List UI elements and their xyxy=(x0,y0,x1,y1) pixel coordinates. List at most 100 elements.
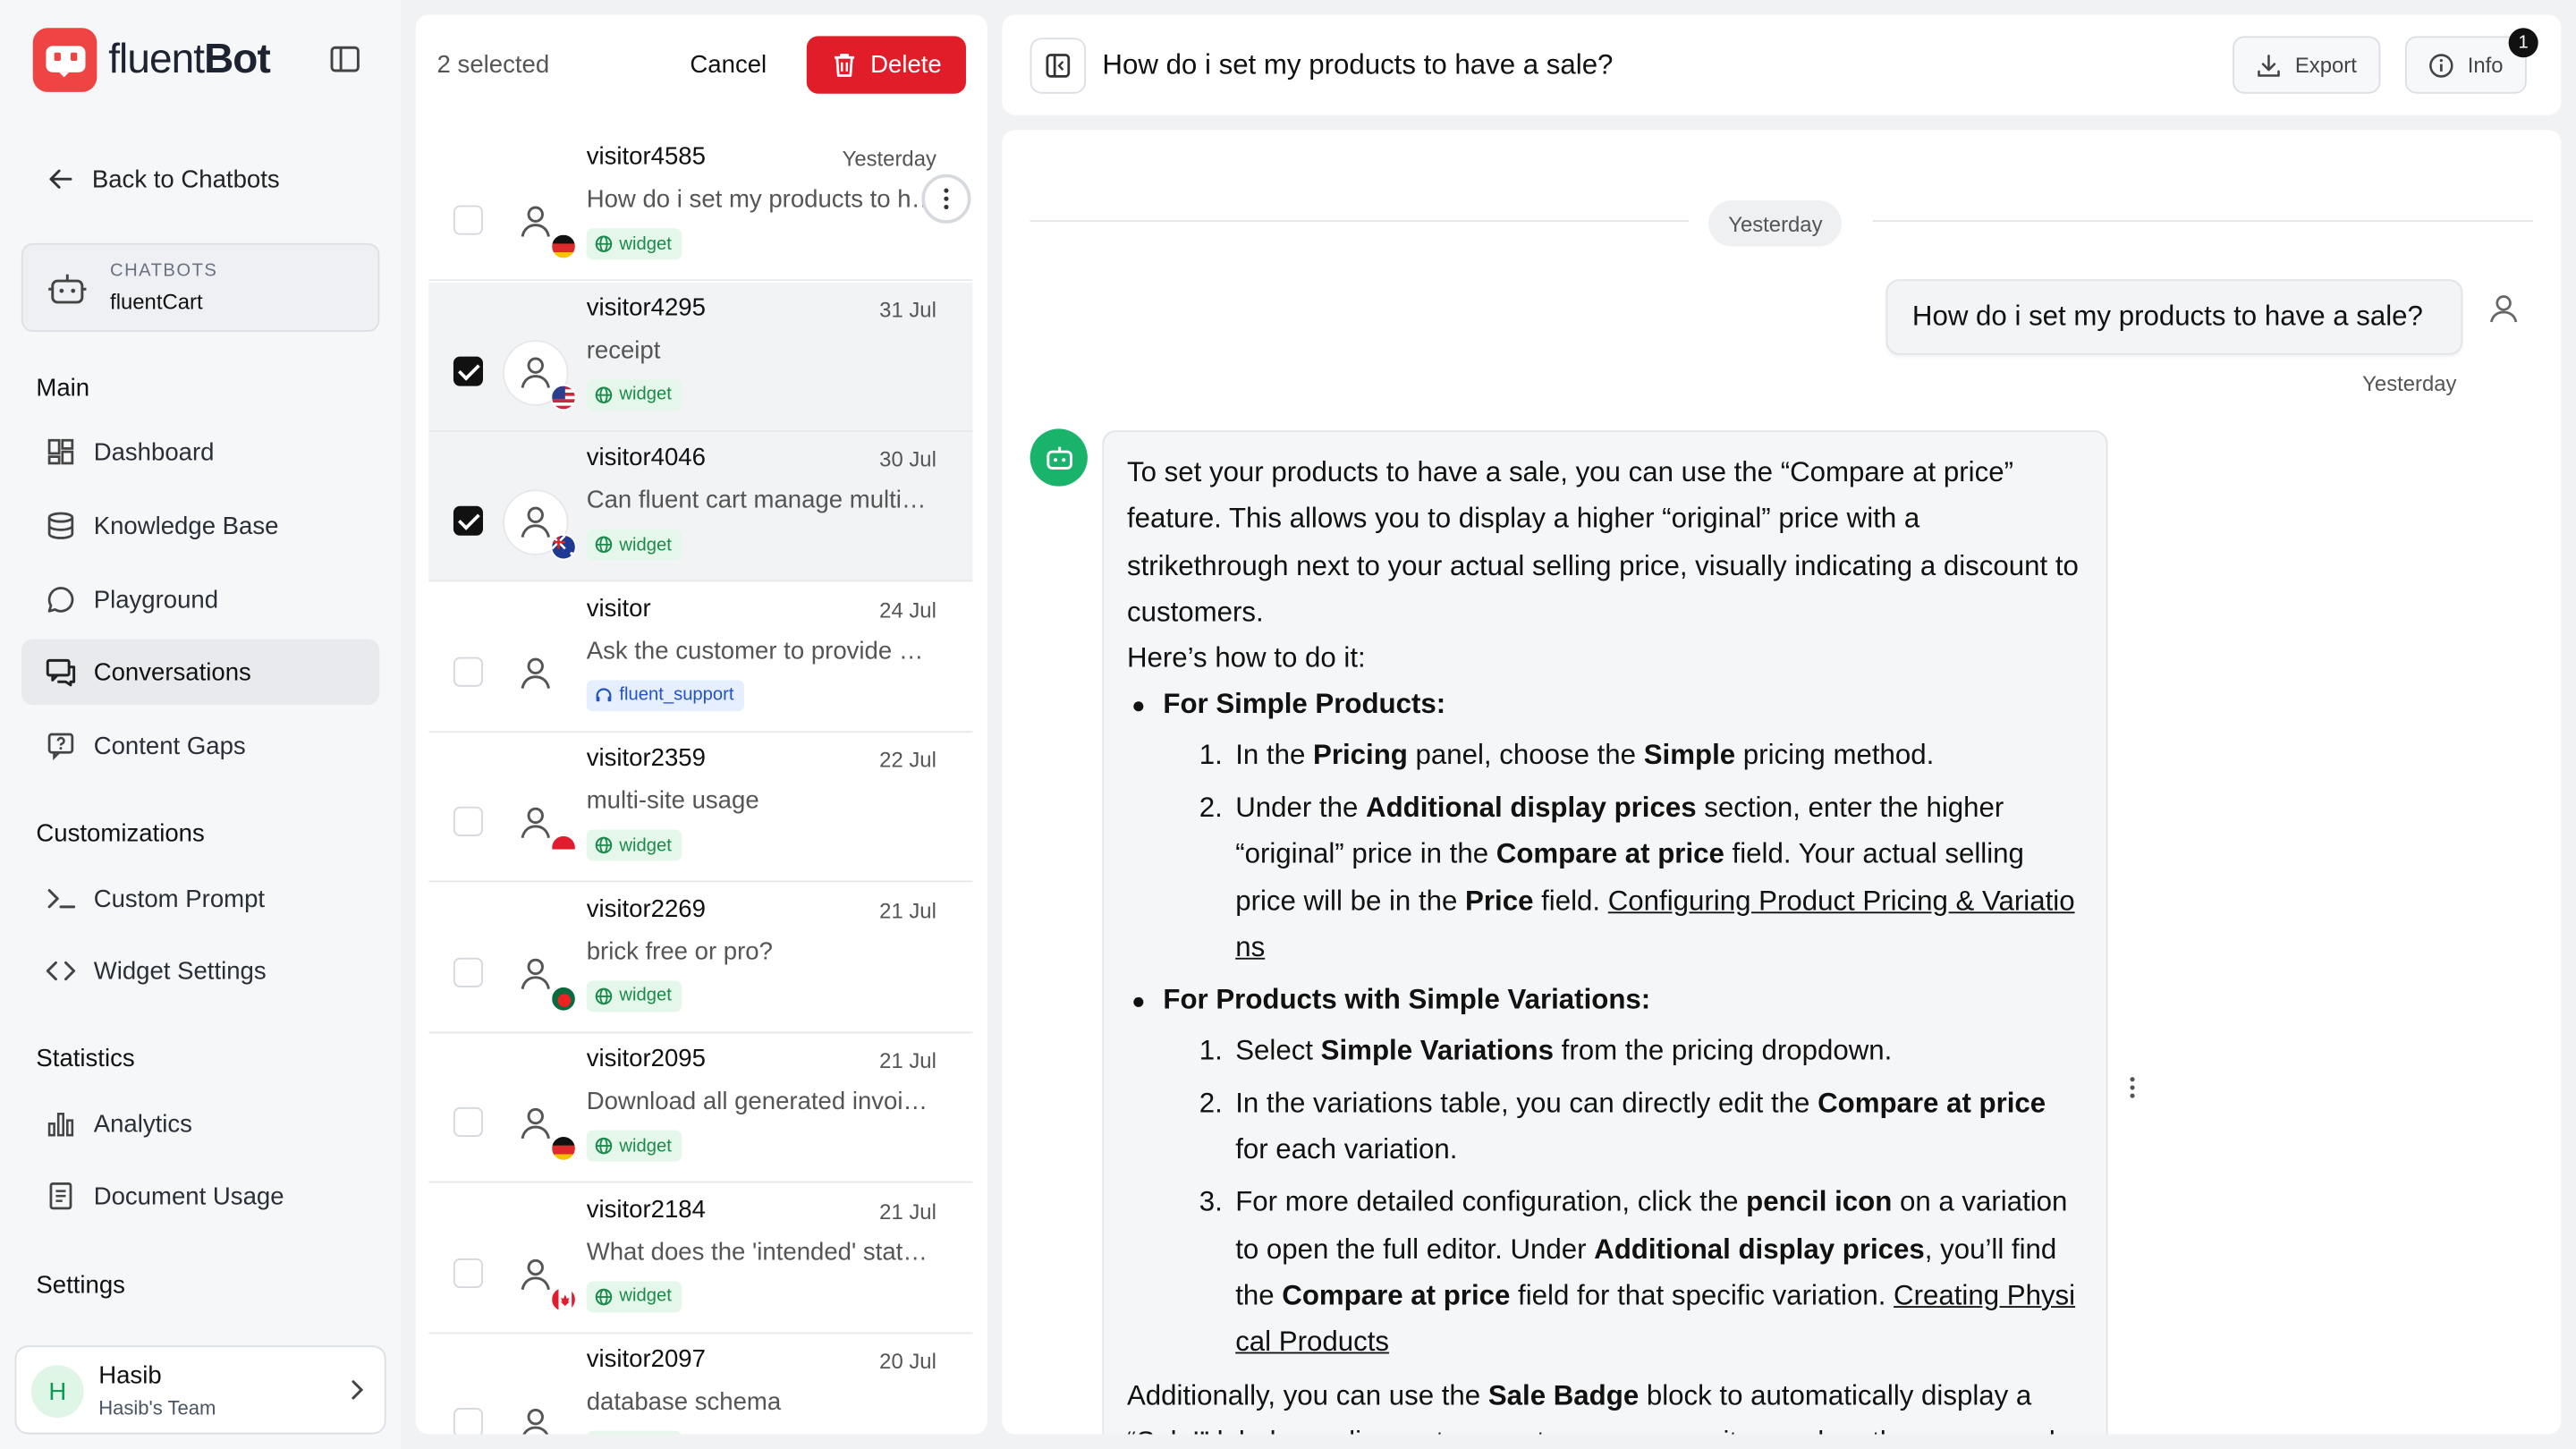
headset-icon xyxy=(595,686,613,704)
list-item: 1. In the Pricing panel, choose the Simpl… xyxy=(1199,739,1935,771)
list-item: For Products with Simple Variations: 1. S… xyxy=(1127,978,2083,1366)
delete-button[interactable]: Delete xyxy=(806,36,966,94)
user-menu[interactable]: H Hasib Hasib's Team xyxy=(14,1345,386,1435)
country-flag-icon xyxy=(550,1285,577,1312)
back-to-chatbots-link[interactable]: Back to Chatbots xyxy=(46,165,280,194)
row-checkbox[interactable] xyxy=(453,1408,483,1435)
sidebar-item-content-gaps[interactable]: Content Gaps xyxy=(21,713,379,778)
list-item[interactable]: visitor 24 Jul Ask the customer to provide… xyxy=(428,582,973,733)
row-checkbox[interactable] xyxy=(453,1257,483,1288)
conversation-date: 21 Jul xyxy=(879,1047,936,1073)
list-item: 3. For more detailed configuration, click… xyxy=(1199,1186,2076,1358)
source-tag: widget xyxy=(586,829,682,861)
bot-avatar-icon xyxy=(1030,428,1088,487)
message-timestamp: Yesterday xyxy=(2362,371,2457,396)
sidebar-item-analytics[interactable]: Analytics xyxy=(21,1091,379,1157)
list-item: For Simple Products: 1. In the Pricing pa… xyxy=(1127,682,2083,971)
brand-logo[interactable]: fluentBot xyxy=(32,28,271,92)
list-item[interactable]: visitor2359 22 Jul multi-site usage widget xyxy=(428,733,973,883)
row-checkbox[interactable] xyxy=(453,205,483,235)
cancel-button[interactable]: Cancel xyxy=(690,51,767,79)
conversation-preview: multi-site usage xyxy=(586,786,759,816)
visitor-name: visitor4295 xyxy=(586,292,706,322)
row-checkbox[interactable] xyxy=(453,656,483,686)
bar-chart-icon xyxy=(47,1112,74,1137)
chat-messages[interactable]: Yesterday How do i set my products to ha… xyxy=(1002,130,2562,1435)
list-item[interactable]: visitor4585 Yesterday How do i set my prod… xyxy=(428,131,973,282)
visitor-name: visitor2359 xyxy=(586,744,706,773)
globe-icon xyxy=(595,836,613,854)
chatbot-switcher[interactable]: CHATBOTS fluentCart xyxy=(21,242,380,333)
globe-icon xyxy=(595,386,613,403)
conversation-preview: How do i set my products to have a sale? xyxy=(586,185,940,214)
conversation-list-panel: 2 selected Cancel Delete visitor4585 Yest… xyxy=(415,14,987,1435)
sidebar-item-document-usage[interactable]: Document Usage xyxy=(21,1163,379,1228)
visitor-name: visitor2095 xyxy=(586,1045,706,1073)
list-item[interactable]: visitor2269 21 Jul brick free or pro? widge… xyxy=(428,883,973,1033)
row-checkbox[interactable] xyxy=(453,806,483,836)
sidebar-item-widget-settings[interactable]: Widget Settings xyxy=(21,938,379,1004)
list-item[interactable]: visitor4046 30 Jul Can fluent cart manage … xyxy=(428,432,973,582)
more-options-button[interactable] xyxy=(921,174,971,224)
country-flag-icon xyxy=(550,1135,577,1162)
conversation-date: 24 Jul xyxy=(879,597,936,623)
user-name: Hasib xyxy=(98,1361,162,1390)
selection-toolbar: 2 selected Cancel Delete xyxy=(416,15,987,117)
toggle-list-button[interactable] xyxy=(1030,38,1087,94)
divider xyxy=(1872,220,2534,222)
download-icon xyxy=(2258,54,2280,76)
sidebar-item-playground[interactable]: Playground xyxy=(21,567,379,632)
visitor-name: visitor xyxy=(586,593,651,623)
conversation-date: 30 Jul xyxy=(879,446,936,472)
message-options-icon[interactable] xyxy=(2128,1074,2138,1109)
country-flag-icon xyxy=(550,835,577,861)
source-tag: widget xyxy=(586,1280,682,1312)
row-checkbox[interactable] xyxy=(453,956,483,987)
sidebar-item-custom-prompt[interactable]: Custom Prompt xyxy=(21,866,379,931)
conversation-preview: brick free or pro? xyxy=(586,936,773,966)
sidebar-item-dashboard[interactable]: Dashboard xyxy=(21,419,379,484)
list-item: 2. In the variations table, you can direc… xyxy=(1199,1087,2046,1165)
conversation-date: 21 Jul xyxy=(879,897,936,923)
source-tag: widget xyxy=(586,529,682,561)
list-item[interactable]: visitor2097 20 Jul database schema widget xyxy=(428,1334,972,1435)
source-tag: widget xyxy=(586,378,682,411)
chevron-right-icon xyxy=(352,1380,364,1400)
row-checkbox[interactable] xyxy=(453,1106,483,1137)
conversation-date: Yesterday xyxy=(842,146,936,172)
panel-left-icon xyxy=(1046,54,1071,78)
visitor-name: visitor2097 xyxy=(586,1345,706,1374)
conversation-date: 20 Jul xyxy=(879,1348,936,1374)
arrow-left-icon xyxy=(49,169,72,189)
divider xyxy=(1030,220,1690,222)
globe-icon xyxy=(595,1137,613,1155)
list-item: 2. Under the Additional display prices se… xyxy=(1199,792,2075,963)
sidebar-item-conversations[interactable]: Conversations xyxy=(21,639,380,705)
visitor-avatar-icon xyxy=(503,1391,569,1435)
list-item[interactable]: visitor4295 31 Jul receipt widget xyxy=(428,281,973,432)
row-checkbox[interactable] xyxy=(453,355,483,386)
chat-panel: How do i set my products to have a sale?… xyxy=(1002,14,2562,1435)
list-item[interactable]: visitor2184 21 Jul What does the 'intended… xyxy=(428,1183,973,1334)
bot-logo-icon xyxy=(32,28,97,92)
source-tag: fluent_support xyxy=(586,679,744,711)
sidebar-collapse-icon[interactable] xyxy=(328,43,364,79)
user-team: Hasib's Team xyxy=(98,1396,216,1419)
sidebar-item-knowledge-base[interactable]: Knowledge Base xyxy=(21,493,379,558)
export-button[interactable]: Export xyxy=(2233,36,2380,94)
row-checkbox[interactable] xyxy=(453,505,483,536)
database-icon xyxy=(47,512,74,539)
conversation-date: 31 Jul xyxy=(879,296,936,322)
conversation-preview: What does the 'intended' status mean? xyxy=(586,1237,940,1267)
chatbots-overline: CHATBOTS xyxy=(110,261,218,282)
list-item[interactable]: visitor2095 21 Jul Download all generated … xyxy=(428,1033,973,1183)
globe-icon xyxy=(595,1287,613,1305)
info-icon xyxy=(2429,53,2453,77)
visitor-avatar-icon xyxy=(503,640,569,706)
question-icon xyxy=(47,733,74,761)
trash-icon xyxy=(834,54,854,77)
conversations-icon xyxy=(46,658,76,687)
section-settings: Settings xyxy=(36,1271,125,1300)
source-tag: widget xyxy=(586,1130,682,1162)
notification-badge: 1 xyxy=(2508,28,2538,58)
